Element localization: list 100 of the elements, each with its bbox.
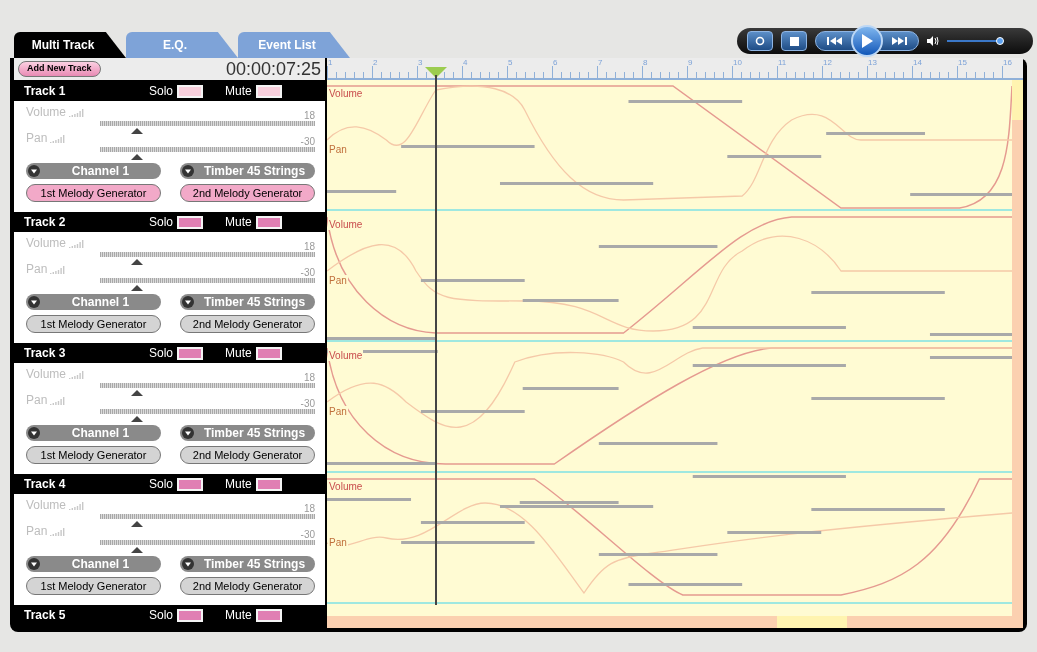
- slider-label: Pan: [26, 261, 48, 278]
- caret-icon: [182, 427, 194, 439]
- level-bars-icon: [69, 369, 86, 379]
- toggle-label: Solo: [149, 607, 174, 624]
- slider-value: 18: [303, 373, 315, 383]
- level-bars-icon: [69, 238, 86, 248]
- toggle-label: Solo: [149, 476, 174, 493]
- slider-value: -30: [300, 530, 315, 540]
- slider-label: Pan: [26, 523, 48, 540]
- slider-value: 18: [303, 504, 315, 514]
- track-name: Track 3: [24, 345, 67, 362]
- level-bars-icon: [50, 133, 67, 143]
- tab[interactable]: Multi Track: [14, 32, 126, 58]
- lane-label: Pan: [328, 144, 348, 155]
- add-track-button[interactable]: Add New Track: [18, 61, 101, 77]
- ruler-number: 14: [912, 58, 923, 69]
- generator-button[interactable]: 1st Melody Generator: [26, 446, 161, 464]
- slider-track[interactable]: [100, 383, 315, 397]
- next-button[interactable]: [879, 31, 919, 51]
- slider-value: -30: [300, 268, 315, 278]
- toggle-label: Mute: [225, 476, 252, 493]
- level-bars-icon: [69, 107, 86, 117]
- toggle-box[interactable]: [177, 608, 204, 622]
- track-name: Track 1: [24, 83, 67, 100]
- toggle-label: Mute: [225, 83, 252, 100]
- slider-track[interactable]: [100, 252, 315, 266]
- generator-button[interactable]: 1st Melody Generator: [26, 184, 161, 202]
- speaker-icon[interactable]: [927, 36, 939, 46]
- generator-button[interactable]: 2nd Melody Generator: [180, 446, 315, 464]
- level-bars-icon: [69, 500, 86, 510]
- toggle-box[interactable]: [177, 215, 204, 229]
- caret-icon: [28, 165, 40, 177]
- generator-button[interactable]: 1st Melody Generator: [26, 315, 161, 333]
- ruler-number: 3: [417, 58, 424, 69]
- slider-value: 18: [303, 242, 315, 252]
- ruler-number: 13: [867, 58, 878, 69]
- level-bars-icon: [50, 264, 67, 274]
- toggle-box[interactable]: [255, 215, 282, 229]
- time-display: 00:00:07:25: [225, 57, 321, 81]
- toggle-label: Solo: [149, 83, 174, 100]
- slider-label: Volume: [26, 104, 67, 121]
- stop-button[interactable]: [781, 31, 807, 51]
- caret-icon: [28, 427, 40, 439]
- slider-label: Pan: [26, 130, 48, 147]
- toggle-box[interactable]: [255, 346, 282, 360]
- lane-label: Pan: [328, 537, 348, 548]
- lane-label: Volume: [328, 481, 364, 492]
- toggle-box[interactable]: [177, 477, 204, 491]
- slider-thumb[interactable]: [130, 390, 143, 396]
- caret-icon: [28, 558, 40, 570]
- slider-track[interactable]: [100, 121, 315, 135]
- ruler-number: 9: [687, 58, 694, 69]
- ruler-number: 2: [372, 58, 379, 69]
- playhead-marker[interactable]: [425, 67, 447, 605]
- slider-value: -30: [300, 399, 315, 409]
- caret-icon: [182, 558, 194, 570]
- track-name: Track 5: [24, 607, 67, 624]
- play-icon: [861, 34, 873, 48]
- toggle-box[interactable]: [177, 84, 204, 98]
- toggle-label: Mute: [225, 345, 252, 362]
- slider-value: -30: [300, 137, 315, 147]
- slider-thumb[interactable]: [130, 259, 143, 265]
- toggle-label: Solo: [149, 214, 174, 231]
- lane-label: Volume: [328, 219, 364, 230]
- vertical-scrollbar[interactable]: [1012, 80, 1023, 616]
- horizontal-scrollbar[interactable]: [327, 616, 1023, 628]
- lane-label: Pan: [328, 275, 348, 286]
- toggle-box[interactable]: [177, 346, 204, 360]
- ruler-number: 6: [552, 58, 559, 69]
- slider-thumb[interactable]: [130, 128, 143, 134]
- previous-button[interactable]: [815, 31, 855, 51]
- loop-icon: [755, 36, 765, 46]
- toggle-box[interactable]: [255, 608, 282, 622]
- ruler-number: 4: [462, 58, 469, 69]
- slider-label: Pan: [26, 392, 48, 409]
- ruler-number: 5: [507, 58, 514, 69]
- generator-button[interactable]: 2nd Melody Generator: [180, 184, 315, 202]
- generator-button[interactable]: 2nd Melody Generator: [180, 315, 315, 333]
- play-button[interactable]: [851, 25, 883, 57]
- ruler-number: 8: [642, 58, 649, 69]
- slider-track[interactable]: [100, 514, 315, 528]
- lane-label: Volume: [328, 88, 364, 99]
- loop-button[interactable]: [747, 31, 773, 51]
- toggle-box[interactable]: [255, 477, 282, 491]
- generator-button[interactable]: 2nd Melody Generator: [180, 577, 315, 595]
- skip-forward-icon: [891, 37, 907, 45]
- volume-thumb[interactable]: [996, 37, 1005, 45]
- slider-label: Volume: [26, 497, 67, 514]
- slider-value: 18: [303, 111, 315, 121]
- toggle-box[interactable]: [255, 84, 282, 98]
- ruler-number: 1: [327, 58, 334, 69]
- ruler-number: 16: [1002, 58, 1013, 69]
- ruler-number: 10: [732, 58, 743, 69]
- caret-icon: [28, 296, 40, 308]
- volume-slider[interactable]: [947, 36, 1003, 46]
- toggle-label: Mute: [225, 607, 252, 624]
- generator-button[interactable]: 1st Melody Generator: [26, 577, 161, 595]
- slider-label: Volume: [26, 235, 67, 252]
- slider-thumb[interactable]: [130, 521, 143, 527]
- ruler-number: 12: [822, 58, 833, 69]
